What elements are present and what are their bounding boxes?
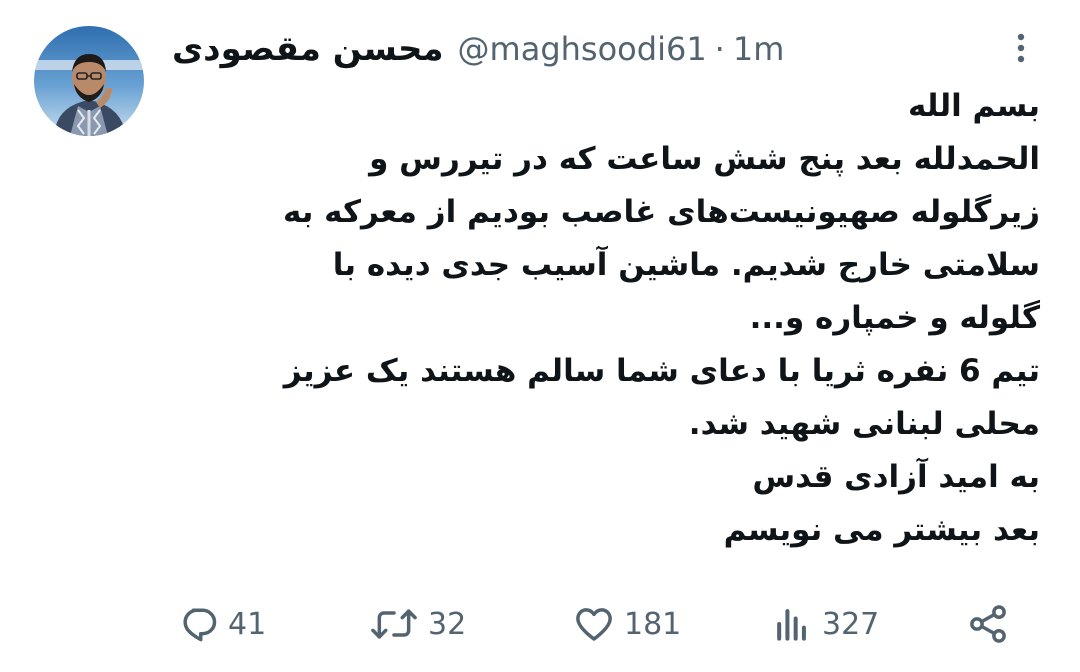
reply-icon <box>176 602 220 646</box>
views-count: 327 <box>822 606 880 642</box>
more-dots-vertical-icon[interactable] <box>1008 30 1034 66</box>
user-handle[interactable]: @maghsoodi61 <box>458 30 707 68</box>
views-button[interactable]: 327 <box>770 596 879 652</box>
tweet-text-line: بسم الله <box>907 88 1040 124</box>
display-name[interactable]: محسن مقصودی <box>172 29 444 69</box>
reply-count: 41 <box>228 606 267 642</box>
like-button[interactable]: 181 <box>572 596 681 652</box>
retweet-count: 32 <box>428 606 467 642</box>
reply-button[interactable]: 41 <box>176 596 266 652</box>
tweet-text-line: بعد بیشتر می نویسم <box>723 512 1040 548</box>
tweet-text-line: محلی لبنانی شهید شد. <box>688 406 1040 442</box>
like-count: 181 <box>624 606 682 642</box>
share-icon <box>966 602 1010 646</box>
retweet-icon <box>368 602 420 646</box>
tweet-text-line: گلوله و خمپاره و... <box>749 300 1040 336</box>
tweet-header: محسن مقصودی @maghsoodi61 · 1m <box>172 24 784 74</box>
share-button[interactable] <box>966 596 1010 652</box>
tweet-text: بسم الله الحمدلله بعد پنج شش ساعت که در … <box>210 80 1040 557</box>
tweet-text-line: الحمدلله بعد پنج شش ساعت که در تیررس و <box>369 141 1040 177</box>
tweet-actions-bar: 41 32 181 327 <box>0 596 1080 652</box>
tweet-text-line: به امید آزادی قدس <box>752 459 1040 495</box>
retweet-button[interactable]: 32 <box>368 596 466 652</box>
heart-icon <box>572 602 616 646</box>
avatar-photo <box>34 26 144 136</box>
tweet-text-line: سلامتی خارج شدیم. ماشین آسیب جدی دیده با <box>332 247 1040 283</box>
tweet-text-line: تیم 6 نفره ثریا با دعای شما سالم هستند ی… <box>283 353 1040 389</box>
avatar[interactable] <box>34 26 144 136</box>
separator-dot: · <box>714 30 725 68</box>
views-chart-icon <box>770 602 814 646</box>
tweet-text-line: زیرگلوله صهیونیست‌های غاصب بودیم از معرک… <box>282 194 1040 230</box>
timestamp[interactable]: 1m <box>733 30 785 68</box>
